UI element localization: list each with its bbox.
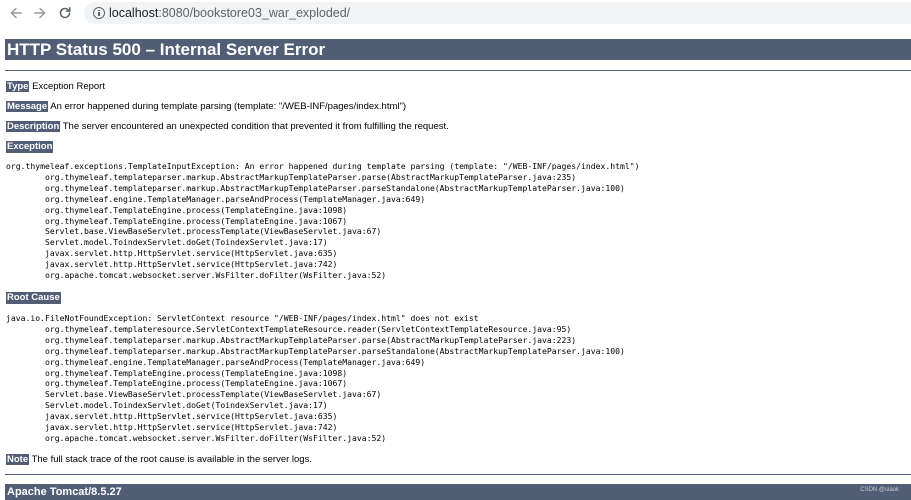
exception-stack-trace: org.thymeleaf.exceptions.TemplateInputEx… xyxy=(6,161,640,281)
note-row: Note The full stack trace of the root ca… xyxy=(6,454,312,466)
message-label: Message xyxy=(6,101,49,112)
type-row: Type Exception Report xyxy=(6,81,105,93)
type-label: Type xyxy=(6,81,30,92)
forward-button[interactable] xyxy=(30,3,50,23)
reload-icon xyxy=(59,7,71,19)
back-button[interactable] xyxy=(6,3,26,23)
exception-heading: Exception xyxy=(6,141,54,153)
description-value: The server encountered an unexpected con… xyxy=(60,121,449,132)
root-cause-heading: Root Cause xyxy=(6,292,61,304)
description-label: Description xyxy=(6,121,61,132)
divider xyxy=(5,474,911,475)
note-label: Note xyxy=(6,454,30,465)
address-url[interactable]: localhost:8080/bookstore03_war_exploded/ xyxy=(109,5,350,21)
divider xyxy=(5,70,911,71)
watermark: CSDN @siaok xyxy=(860,487,899,493)
url-path: :8080/bookstore03_war_exploded/ xyxy=(158,6,351,20)
browser-toolbar: localhost:8080/bookstore03_war_exploded/ xyxy=(0,0,911,26)
address-bar[interactable]: localhost:8080/bookstore03_war_exploded/ xyxy=(84,2,911,24)
page-title: HTTP Status 500 – Internal Server Error xyxy=(5,39,911,60)
message-value: An error happened during template parsin… xyxy=(48,101,407,112)
back-arrow-icon xyxy=(10,7,22,19)
description-row: Description The server encountered an un… xyxy=(6,121,449,133)
forward-arrow-icon xyxy=(34,7,46,19)
reload-button[interactable] xyxy=(55,3,75,23)
note-value: The full stack trace of the root cause i… xyxy=(29,454,312,465)
root-cause-stack-trace: java.io.FileNotFoundException: ServletCo… xyxy=(6,313,625,443)
url-host: localhost xyxy=(109,6,159,20)
server-footer: Apache Tomcat/8.5.27 xyxy=(5,484,911,500)
info-icon[interactable] xyxy=(93,7,105,19)
message-row: Message An error happened during templat… xyxy=(6,101,406,113)
type-value: Exception Report xyxy=(29,81,105,92)
